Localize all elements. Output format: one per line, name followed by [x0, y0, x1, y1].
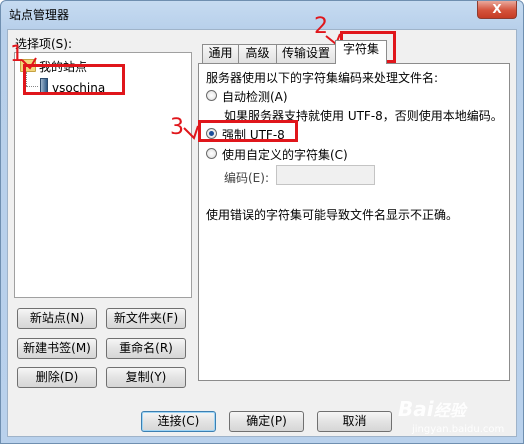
new-folder-button[interactable]: 新文件夹(F): [106, 308, 186, 329]
copy-button[interactable]: 复制(Y): [106, 367, 186, 388]
custom-charset-label[interactable]: 使用自定义的字符集(C): [222, 146, 348, 163]
annotation-step-2: 2: [314, 14, 328, 39]
tab-charset[interactable]: 字符集: [335, 40, 387, 64]
encoding-input[interactable]: [276, 165, 375, 185]
auto-detect-label[interactable]: 自动检测(A): [222, 88, 288, 105]
annotation-box-force-utf8: [198, 120, 298, 142]
cancel-button[interactable]: 取消: [317, 411, 392, 432]
connect-button[interactable]: 连接(C): [141, 411, 216, 432]
custom-charset-radio[interactable]: [206, 148, 217, 159]
annotation-box-site: [23, 64, 125, 95]
watermark-brand: Bai经验: [398, 397, 466, 421]
watermark-url: jingyan.baidu.com: [412, 424, 505, 435]
auto-detect-radio[interactable]: [206, 90, 217, 101]
tab-transfer-settings[interactable]: 传输设置: [276, 44, 336, 63]
encoding-label: 编码(E):: [224, 171, 269, 185]
title-bar[interactable]: 站点管理器 X: [1, 1, 523, 27]
delete-button[interactable]: 删除(D): [17, 367, 97, 388]
charset-intro: 服务器使用以下的字符集编码来处理文件名:: [206, 71, 439, 85]
annotation-step-3: 3: [170, 115, 184, 140]
window-title: 站点管理器: [9, 8, 70, 22]
rename-button[interactable]: 重命名(R): [106, 338, 186, 359]
charset-warning: 使用错误的字符集可能导致文件名显示不正确。: [206, 208, 459, 222]
close-button[interactable]: X: [477, 1, 517, 19]
tab-general[interactable]: 通用: [202, 44, 239, 63]
annotation-step-1: 1: [10, 42, 24, 67]
new-bookmark-button[interactable]: 新建书签(M): [17, 338, 97, 359]
ok-button[interactable]: 确定(P): [229, 411, 304, 432]
tab-advanced[interactable]: 高级: [238, 44, 277, 63]
new-site-button[interactable]: 新站点(N): [17, 308, 97, 329]
charset-panel: 服务器使用以下的字符集编码来处理文件名: 自动检测(A) 如果服务器支持就使用 …: [198, 63, 510, 381]
close-icon: X: [492, 2, 502, 16]
